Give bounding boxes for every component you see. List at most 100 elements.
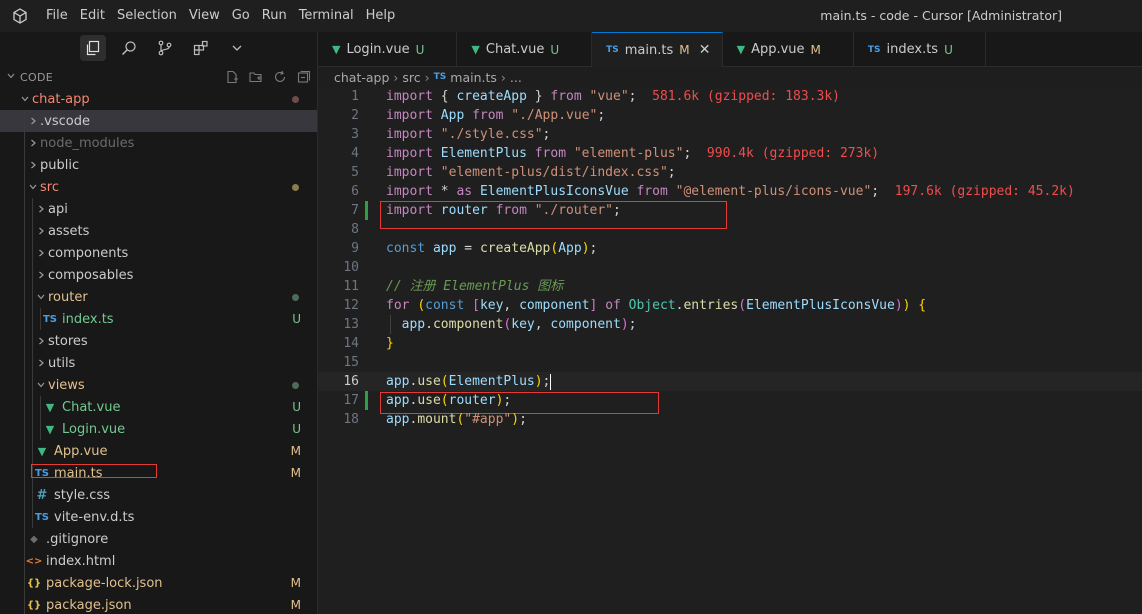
tab-label: Chat.vue	[485, 42, 545, 57]
tree-folder[interactable]: api	[0, 198, 317, 220]
code-line[interactable]: 11 // 注册 ElementPlus 图标	[318, 277, 1142, 296]
code-line[interactable]: 3 import "./style.css";	[318, 125, 1142, 144]
indent-guide	[24, 396, 25, 418]
tree-file[interactable]: ▼ Chat.vue U	[0, 396, 317, 418]
menu-view[interactable]: View	[183, 0, 226, 32]
code-line[interactable]: 16 app.use(ElementPlus);	[318, 372, 1142, 391]
typescript-file-icon: TS	[42, 313, 58, 325]
line-number: 12	[343, 298, 359, 313]
menu-go[interactable]: Go	[226, 0, 256, 32]
tree-file[interactable]: {} package-lock.json M	[0, 572, 317, 594]
git-status-badge: M	[290, 598, 301, 612]
breadcrumb-item-src[interactable]: src	[402, 70, 420, 85]
menu-run[interactable]: Run	[256, 0, 293, 32]
tree-file[interactable]: TS index.ts U	[0, 308, 317, 330]
tree-item-label: index.ts	[62, 311, 114, 327]
tree-folder[interactable]: chat-app	[0, 88, 317, 110]
indent-guide	[24, 264, 25, 286]
indent-guide	[24, 440, 25, 462]
tree-item-label: components	[48, 245, 129, 261]
indent-guide	[24, 242, 25, 264]
tree-file[interactable]: {} package.json M	[0, 594, 317, 614]
new-folder-icon[interactable]	[247, 68, 265, 86]
code-line[interactable]: 14}	[318, 334, 1142, 353]
tab-main-ts[interactable]: TS main.ts M ✕	[592, 32, 723, 67]
code-line[interactable]: 17 app.use(router);	[318, 391, 1142, 410]
search-icon[interactable]	[116, 35, 142, 61]
tree-folder[interactable]: views	[0, 374, 317, 396]
tree-folder[interactable]: .vscode	[0, 110, 317, 132]
code-line[interactable]: 13 app.component(key, component);	[318, 315, 1142, 334]
code-line[interactable]: 4 import ElementPlus from "element-plus";…	[318, 144, 1142, 163]
tree-item-label: style.css	[54, 487, 110, 503]
code-text: app.mount("#app");	[386, 412, 527, 427]
menu-selection[interactable]: Selection	[111, 0, 183, 32]
menu-help[interactable]: Help	[360, 0, 402, 32]
tree-folder[interactable]: public	[0, 154, 317, 176]
collapse-all-icon[interactable]	[295, 68, 313, 86]
code-line[interactable]: 15	[318, 353, 1142, 372]
tree-file[interactable]: ▼ Login.vue U	[0, 418, 317, 440]
cursor-logo-icon	[0, 0, 40, 32]
tab-app-vue[interactable]: ▼ App.vue M	[723, 32, 854, 67]
tree-folder[interactable]: utils	[0, 352, 317, 374]
tab-login-vue[interactable]: ▼ Login.vue U	[318, 32, 458, 67]
line-number: 7	[351, 203, 359, 218]
tree-folder[interactable]: components	[0, 242, 317, 264]
code-line[interactable]: 12 for (const [key, component] of Object.…	[318, 296, 1142, 315]
tree-folder[interactable]: router	[0, 286, 317, 308]
code-line[interactable]: 6 import * as ElementPlusIconsVue from "@…	[318, 182, 1142, 201]
tree-folder[interactable]: node_modules	[0, 132, 317, 154]
json-file-icon: {}	[26, 577, 42, 589]
code-text: app.use(router);	[386, 393, 512, 408]
breadcrumb-item-chat-app[interactable]: chat-app	[334, 70, 389, 85]
refresh-icon[interactable]	[271, 68, 289, 86]
tree-item-label: chat-app	[32, 91, 90, 107]
chevron-right-icon	[26, 160, 40, 170]
line-number: 3	[351, 127, 359, 142]
tree-folder[interactable]: assets	[0, 220, 317, 242]
breadcrumb-item-main-ts[interactable]: main.ts	[450, 70, 497, 85]
code-line[interactable]: 8	[318, 220, 1142, 239]
git-status-badge: U	[550, 42, 560, 57]
breadcrumb-item-more[interactable]: ...	[510, 70, 522, 85]
code-text: app.component(key, component);	[401, 317, 637, 332]
tree-file[interactable]: <> index.html	[0, 550, 317, 572]
line-number: 13	[343, 317, 359, 332]
tab-index-ts[interactable]: TS index.ts U	[854, 32, 986, 67]
code-line[interactable]: 7 import router from "./router";	[318, 201, 1142, 220]
indent-guide	[32, 352, 33, 374]
tree-file[interactable]: ▼ App.vue M	[0, 440, 317, 462]
breadcrumb: chat-app › src › TS main.ts › ...	[334, 67, 522, 87]
close-icon[interactable]: ✕	[698, 42, 712, 58]
chevron-down-icon[interactable]	[224, 35, 250, 61]
menu-terminal[interactable]: Terminal	[293, 0, 360, 32]
new-file-icon[interactable]	[223, 68, 241, 86]
code-editor[interactable]: 1 import { createApp } from "vue"; 581.6k…	[318, 87, 1142, 614]
code-text: const app = createApp(App);	[386, 241, 598, 256]
code-line[interactable]: 10	[318, 258, 1142, 277]
menu-edit[interactable]: Edit	[74, 0, 111, 32]
code-line[interactable]: 5 import "element-plus/dist/index.css";	[318, 163, 1142, 182]
source-control-icon[interactable]	[152, 35, 178, 61]
menu-file[interactable]: File	[40, 0, 74, 32]
chevron-right-icon: ›	[424, 69, 430, 85]
tree-file[interactable]: ◆ .gitignore	[0, 528, 317, 550]
extensions-icon[interactable]	[188, 35, 214, 61]
code-line[interactable]: 1 import { createApp } from "vue"; 581.6k…	[318, 87, 1142, 106]
tree-folder[interactable]: composables	[0, 264, 317, 286]
typescript-file-icon: TS	[34, 511, 50, 523]
tree-folder[interactable]: stores	[0, 330, 317, 352]
explorer-section-header[interactable]: CODE	[0, 66, 317, 88]
code-line[interactable]: 9 const app = createApp(App);	[318, 239, 1142, 258]
indent-guide	[32, 484, 33, 506]
editor-tabs: ▼ Login.vue U ▼ Chat.vue U TS main.ts M ✕ ▼ App.vue…	[318, 32, 1142, 67]
tab-chat-vue[interactable]: ▼ Chat.vue U	[457, 32, 593, 67]
code-line[interactable]: 18 app.mount("#app");	[318, 410, 1142, 429]
tree-file[interactable]: TS vite-env.d.ts	[0, 506, 317, 528]
code-line[interactable]: 2 import App from "./App.vue";	[318, 106, 1142, 125]
tree-folder[interactable]: src	[0, 176, 317, 198]
explorer-icon[interactable]	[80, 35, 106, 61]
tree-file[interactable]: # style.css	[0, 484, 317, 506]
line-number: 2	[351, 108, 359, 123]
